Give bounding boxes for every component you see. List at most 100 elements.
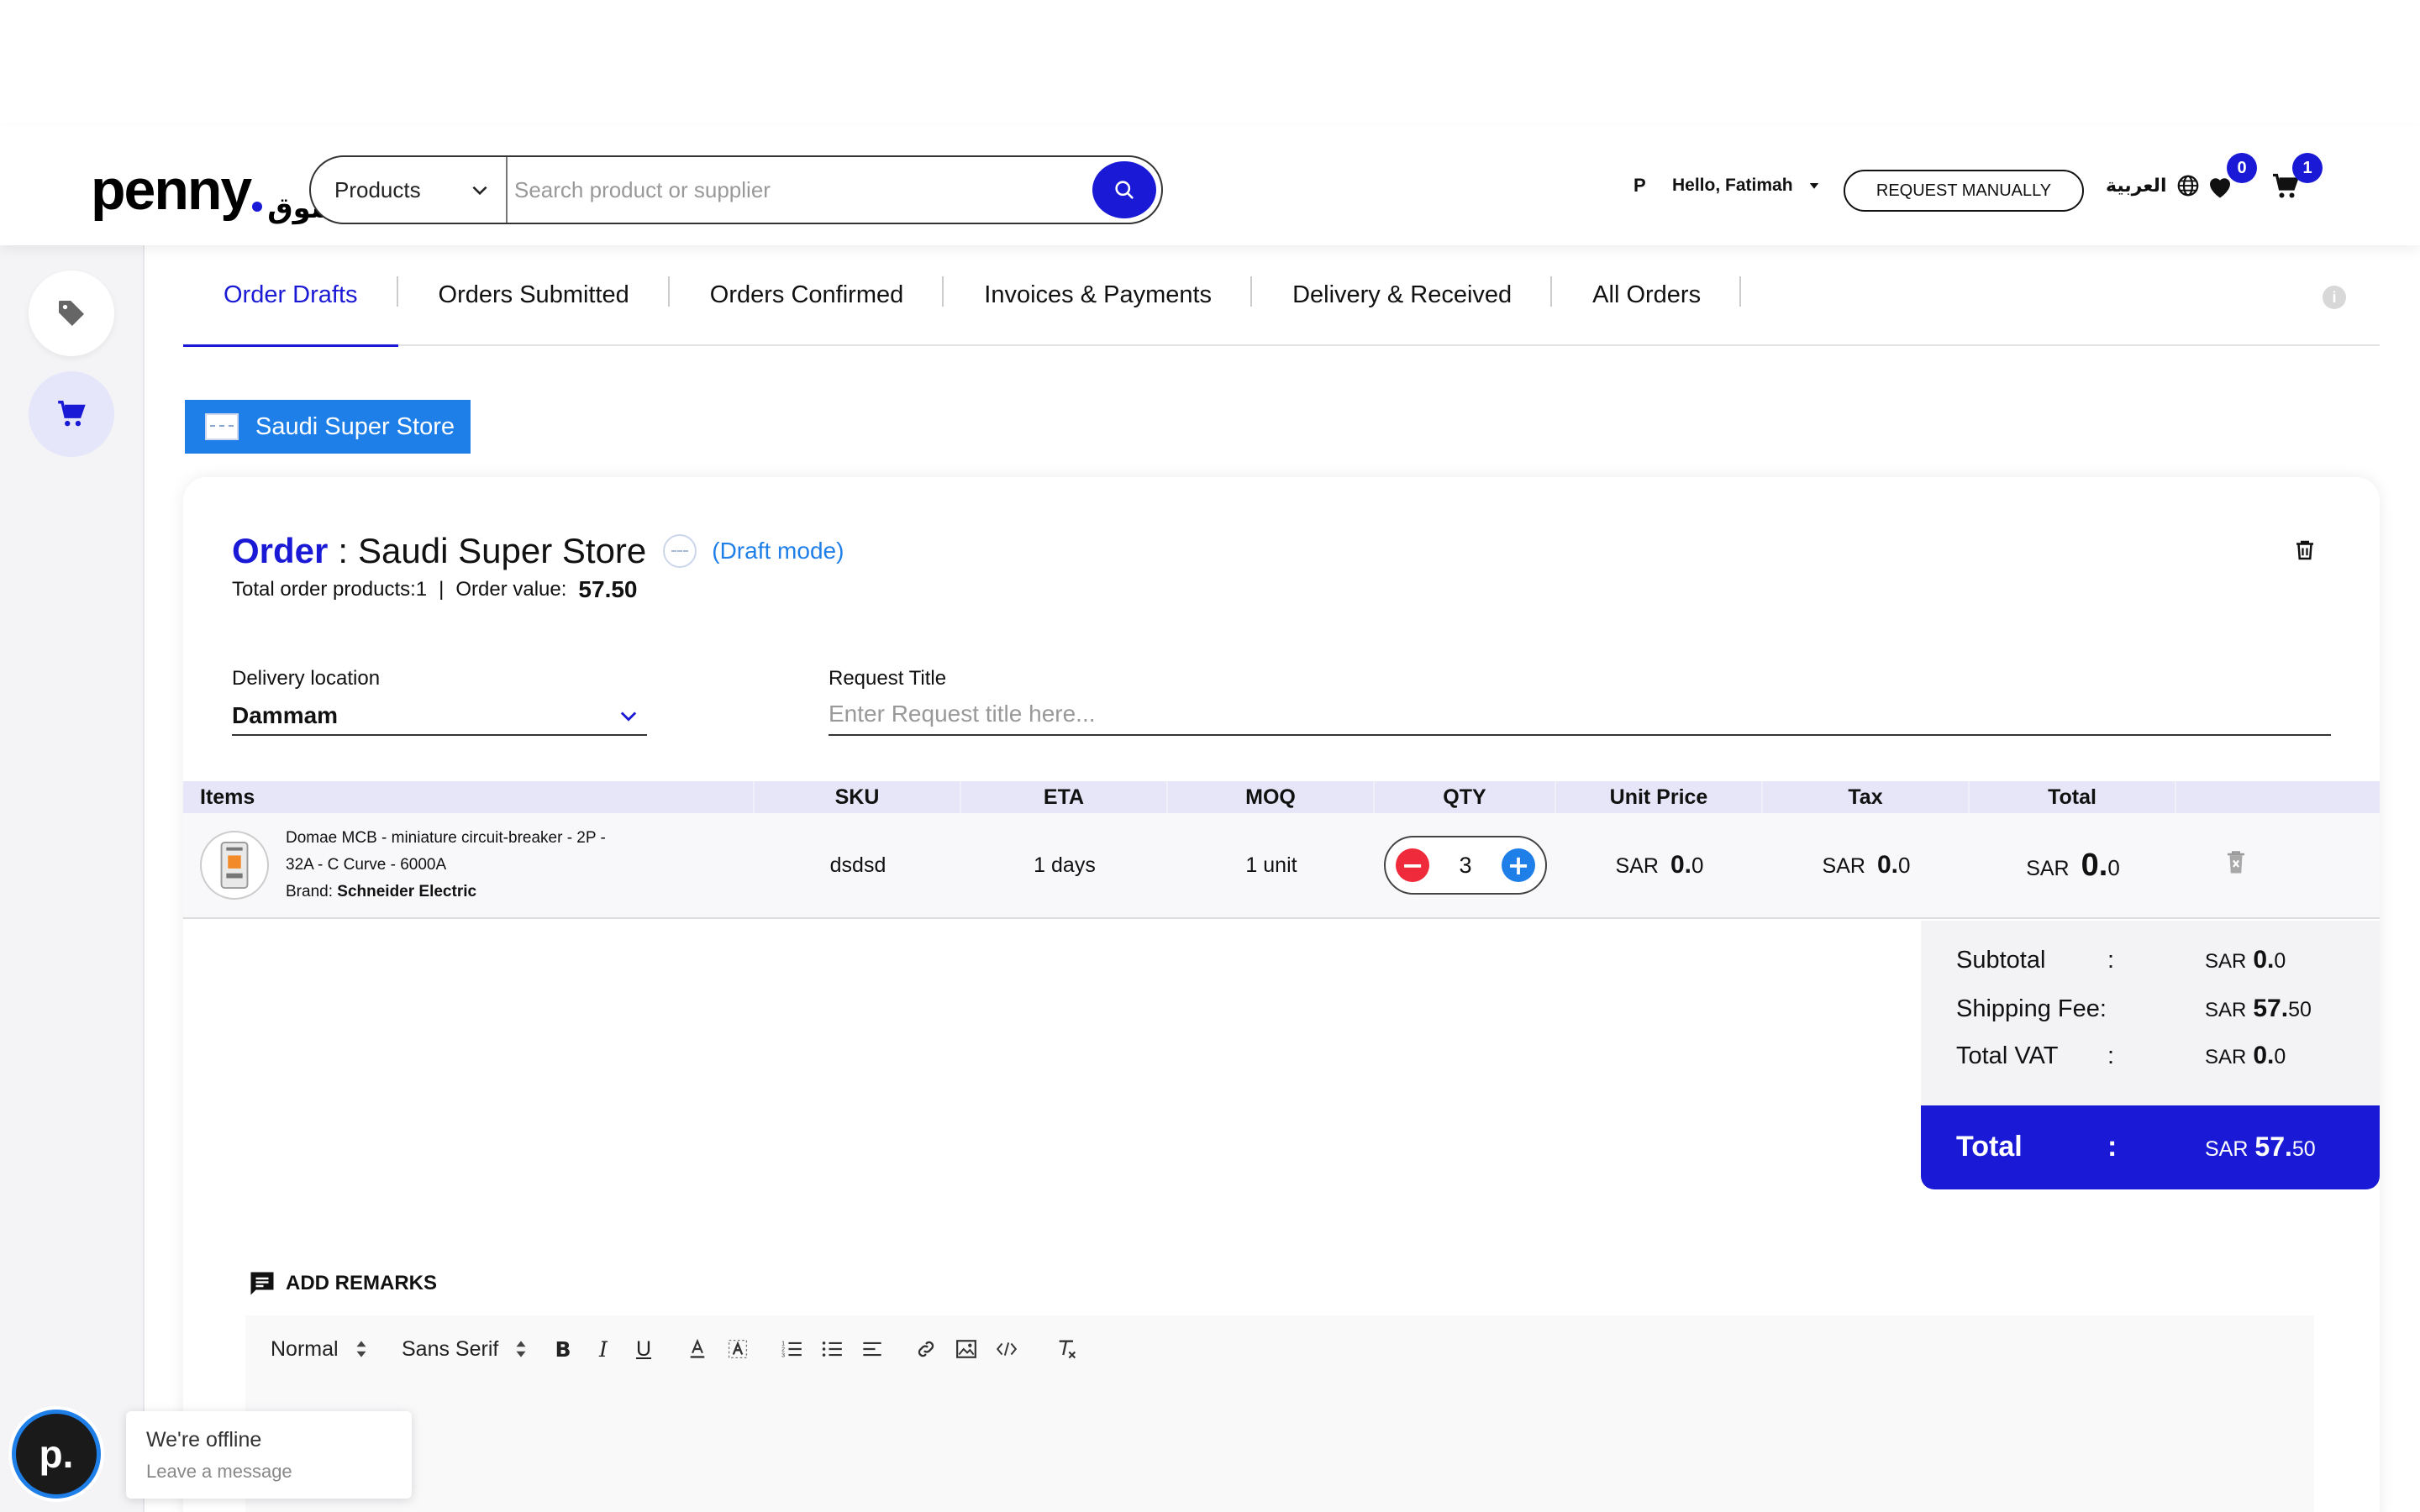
subtotal-amount: SAR 0.0 [2205, 946, 2286, 974]
language-switch[interactable]: العربية [2106, 126, 2201, 245]
tab-label: Delivery & Received [1292, 281, 1512, 308]
sidebar-item-products[interactable] [29, 270, 114, 356]
tab-label: All Orders [1592, 281, 1702, 308]
chat-launcher-button[interactable]: p. [12, 1410, 101, 1499]
column-header-moq: MOQ [1168, 781, 1375, 813]
subtotal-value: 0.0 [2253, 946, 2286, 974]
remove-item-button[interactable] [2223, 848, 2249, 883]
request-manually-button[interactable]: REQUEST MANUALLY [1844, 170, 2084, 212]
currency-label: SAR [2205, 1137, 2249, 1161]
image-button[interactable] [946, 1329, 986, 1369]
tab-delivery-received[interactable]: Delivery & Received [1252, 244, 1553, 345]
product-name-line2[interactable]: 32A - C Curve - 6000A [286, 852, 672, 879]
bullet-list-button[interactable] [812, 1329, 852, 1369]
actions-cell [2176, 813, 2380, 917]
column-header-unit-price: Unit Price [1556, 781, 1763, 813]
total-products-text: Total order products:1 [232, 578, 428, 601]
unit-price: SAR 0.0 [1616, 851, 1704, 879]
bold-button[interactable]: B [543, 1329, 583, 1369]
order-title-separator: : [338, 531, 349, 570]
subtotal-label: Subtotal [1956, 947, 2046, 974]
cart-icon [58, 401, 86, 427]
tab-orders-submitted[interactable]: Orders Submitted [398, 244, 671, 345]
top-header: penny سوق Products P Hello, Fatimah REQU… [0, 126, 2420, 245]
shipping-value: 57.50 [2253, 995, 2312, 1023]
wishlist-button[interactable]: 0 [2203, 153, 2257, 203]
shipping-dec: 50 [2288, 998, 2312, 1021]
unit-price-value: 0.0 [1670, 851, 1704, 879]
tab-all-orders[interactable]: All Orders [1552, 244, 1742, 345]
order-store-name: Saudi Super Store [358, 531, 647, 570]
circuit-breaker-image [220, 841, 249, 890]
tab-order-drafts[interactable]: Order Drafts [183, 244, 398, 347]
search-category-select[interactable]: Products [311, 157, 508, 223]
total-cell: SAR 0.0 [1970, 813, 2176, 917]
search-category-label: Products [334, 176, 421, 202]
column-header-tax: Tax [1763, 781, 1970, 813]
link-button[interactable] [906, 1329, 946, 1369]
italic-button[interactable]: I [583, 1329, 623, 1369]
image-icon [956, 1340, 976, 1358]
text-color-button[interactable] [677, 1329, 718, 1369]
increase-qty-button[interactable]: + [1502, 848, 1535, 882]
user-menu[interactable]: Hello, Fatimah [1672, 126, 1822, 245]
cart-button[interactable]: 1 [2269, 153, 2323, 203]
draft-mode-label: (Draft mode) [712, 538, 844, 564]
wishlist-count-badge: 0 [2227, 153, 2257, 183]
eta-cell: 1 days [1034, 853, 1096, 877]
store-filter-chip[interactable]: Saudi Super Store [185, 400, 471, 454]
chat-action-text: Leave a message [146, 1461, 292, 1482]
brand-label: Brand: [286, 883, 333, 900]
format-select[interactable]: Normal [245, 1337, 387, 1362]
background-color-button[interactable] [718, 1329, 758, 1369]
currency-label: SAR [2205, 1046, 2247, 1068]
column-header-qty: QTY [1375, 781, 1556, 813]
text-color-icon [690, 1338, 705, 1358]
tab-orders-confirmed[interactable]: Orders Confirmed [670, 244, 944, 345]
vat-row: Total VAT : SAR 0.0 [1956, 1042, 2343, 1070]
currency-label: SAR [2205, 950, 2247, 973]
tab-label: Order Drafts [224, 281, 358, 308]
currency-label: SAR [2026, 856, 2070, 880]
penny-logo[interactable]: penny سوق [91, 151, 339, 224]
product-brand: Brand: Schneider Electric [286, 879, 672, 906]
comment-icon [250, 1272, 274, 1295]
search-button[interactable] [1092, 161, 1156, 218]
total-int: 57. [2254, 1131, 2292, 1162]
align-button[interactable] [852, 1329, 892, 1369]
tab-invoices-payments[interactable]: Invoices & Payments [944, 244, 1252, 345]
delete-order-button[interactable] [2292, 538, 2317, 567]
currency-label: SAR [1822, 854, 1865, 878]
underline-button[interactable]: U [623, 1329, 664, 1369]
tab-label: Invoices & Payments [984, 281, 1213, 308]
items-table-header: Items SKU ETA MOQ QTY Unit Price Tax Tot… [183, 781, 2380, 813]
info-icon[interactable]: i [2323, 286, 2346, 309]
request-title-input[interactable] [829, 694, 2331, 736]
quantity-value[interactable]: 3 [1459, 853, 1471, 879]
meta-separator: | [439, 578, 445, 601]
sidebar-item-orders[interactable] [29, 371, 114, 457]
vat-colon: : [2107, 1042, 2115, 1069]
product-name-line1[interactable]: Domae MCB - miniature circuit-breaker - … [286, 825, 672, 852]
grand-total-bar: Total : SAR 57.50 [1921, 1105, 2380, 1189]
shipping-row: Shipping Fee: SAR 57.50 [1956, 995, 2343, 1023]
product-thumbnail[interactable] [200, 831, 269, 900]
clear-formatting-button[interactable] [1047, 1329, 1087, 1369]
column-header-actions [2176, 781, 2380, 813]
sort-arrows-icon [516, 1341, 526, 1357]
search-bar: Products [309, 155, 1163, 224]
order-meta: Total order products:1 | Order value: 57… [232, 576, 638, 603]
decrease-qty-button[interactable]: − [1396, 848, 1429, 882]
order-value: 57.50 [578, 576, 638, 602]
row-total-dec: 0 [2107, 854, 2120, 880]
ordered-list-button[interactable]: 123 [771, 1329, 812, 1369]
code-button[interactable] [986, 1329, 1027, 1369]
shipping-int: 57. [2253, 995, 2289, 1022]
font-select[interactable]: Sans Serif [387, 1337, 543, 1362]
chat-offline-bubble[interactable]: We're offline Leave a message [126, 1411, 412, 1499]
remarks-editor[interactable]: Normal Sans Serif B I U 123 [245, 1315, 2314, 1512]
subtotal-int: 0. [2253, 946, 2275, 974]
search-input[interactable] [514, 176, 1092, 203]
row-total-int: 0. [2081, 847, 2108, 883]
delivery-location-select[interactable]: Dammam [232, 697, 647, 736]
